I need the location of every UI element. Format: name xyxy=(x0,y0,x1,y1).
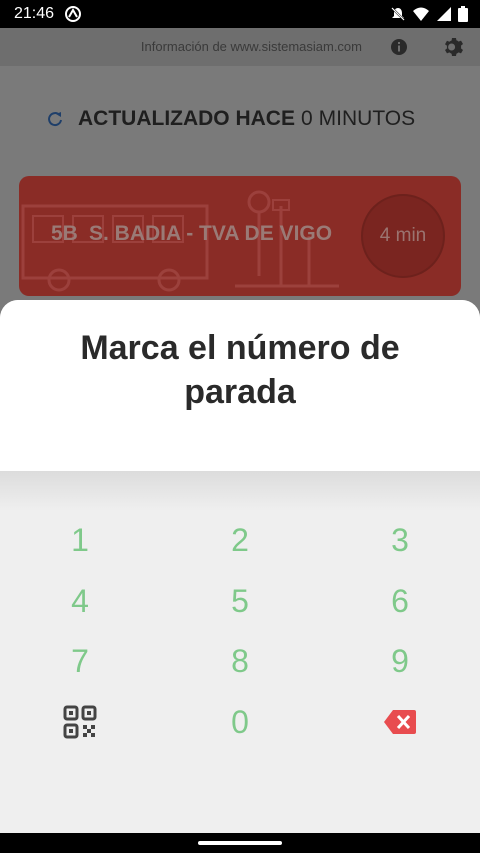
sheet-title: Marca el número de parada xyxy=(80,329,400,411)
status-bar: 21:46 xyxy=(0,0,480,28)
eta-badge: 4 min xyxy=(361,194,445,278)
status-icons xyxy=(390,5,468,23)
top-bar: Información de www.sistemasiam.com xyxy=(0,28,480,66)
battery-icon xyxy=(458,6,468,22)
key-2[interactable]: 2 xyxy=(170,512,310,568)
refresh-icon[interactable] xyxy=(46,110,64,128)
key-3[interactable]: 3 xyxy=(330,512,470,568)
updated-label: ACTUALIZADO HACE xyxy=(78,107,295,130)
gear-icon[interactable] xyxy=(442,35,466,59)
wifi-icon xyxy=(413,7,429,21)
key-9[interactable]: 9 xyxy=(330,633,470,689)
backspace-icon xyxy=(384,710,416,734)
info-icon[interactable] xyxy=(390,38,408,56)
key-7[interactable]: 7 xyxy=(10,633,150,689)
eta-text: 4 min xyxy=(379,225,427,246)
mute-icon xyxy=(391,7,405,21)
updated-units: MINUTOS xyxy=(318,107,416,130)
key-5[interactable]: 5 xyxy=(170,573,310,629)
updated-value: 0 xyxy=(300,107,313,130)
key-6[interactable]: 6 xyxy=(330,573,470,629)
sheet-header: Marca el número de parada xyxy=(0,300,480,471)
sheet-divider xyxy=(0,471,480,511)
bus-route: S. BADIA - TVA DE VIGO xyxy=(89,222,333,245)
updated-row: ACTUALIZADO HACE 0 MINUTOS xyxy=(46,106,415,132)
status-time: 21:46 xyxy=(14,5,55,22)
bus-line-number: 5B xyxy=(51,222,78,245)
qr-code-icon xyxy=(63,705,97,739)
stop-number-sheet: Marca el número de parada 1 2 3 4 5 6 7 … xyxy=(0,300,480,833)
key-0[interactable]: 0 xyxy=(170,694,310,750)
bus-card[interactable]: 5B S. BADIA - TVA DE VIGO 4 min xyxy=(19,176,461,296)
delete-button[interactable] xyxy=(330,694,470,750)
signal-icon xyxy=(437,7,451,21)
key-8[interactable]: 8 xyxy=(170,633,310,689)
qr-scan-button[interactable] xyxy=(10,694,150,750)
key-4[interactable]: 4 xyxy=(10,573,150,629)
home-handle[interactable] xyxy=(198,841,282,845)
navigation-bar xyxy=(0,833,480,853)
info-link[interactable]: Información de www.sistemasiam.com xyxy=(141,39,362,54)
key-1[interactable]: 1 xyxy=(10,512,150,568)
vpn-icon xyxy=(65,6,81,22)
